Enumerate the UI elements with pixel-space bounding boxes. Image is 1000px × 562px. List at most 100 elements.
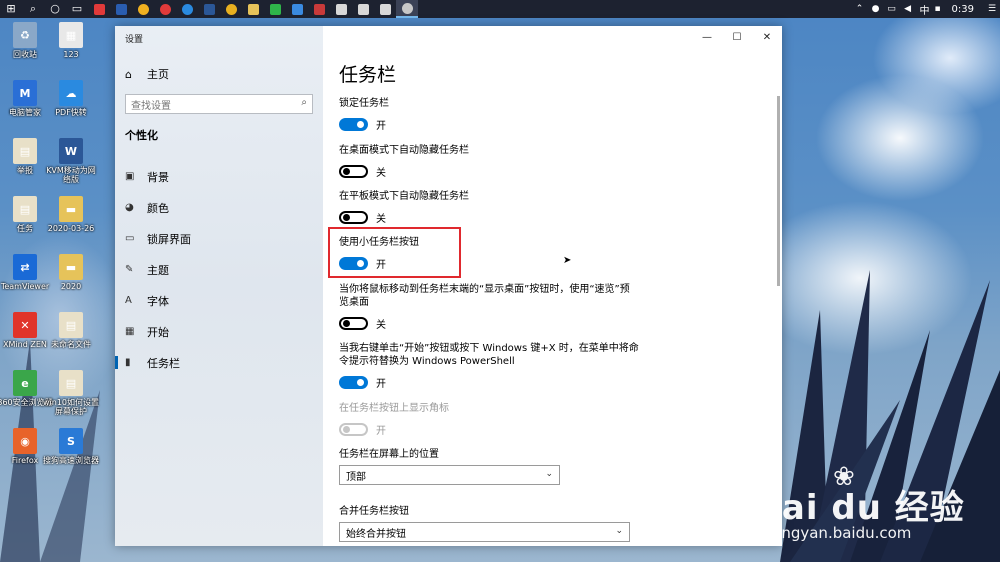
search-icon[interactable]: ⌕	[301, 97, 307, 108]
setting-label: 合并任务栏按钮	[339, 506, 409, 517]
cortana-icon[interactable]: ○	[44, 0, 66, 18]
desktop-icon[interactable]: S 搜狗高速浏览器	[43, 428, 99, 465]
lock-screen-icon: ▭	[125, 233, 135, 244]
sidebar-item-label: 字体	[147, 294, 169, 308]
maximize-button[interactable]: ☐	[722, 26, 752, 48]
start-button[interactable]: ⊞	[0, 0, 22, 18]
search-icon[interactable]: ⌕	[22, 0, 44, 18]
desktop-icon[interactable]: ▦ 123	[43, 22, 99, 59]
taskbar-icon: ▮	[125, 357, 131, 368]
taskbar-app-9-icon[interactable]	[374, 0, 396, 18]
sidebar-item-taskbar[interactable]: ▮ 任务栏	[115, 347, 323, 378]
desktop-icon[interactable]: ▬ 2020-03-26	[43, 196, 99, 233]
settings-window: 设置 ⌂ 主页 查找设置 ⌕ 个性化 ▣ 背景 ◕ 颜色 ▭ 锁屏界面 ✎ 主题…	[115, 26, 782, 546]
toggle-state: 关	[376, 214, 386, 225]
desktop-icon-label: 未命名文件	[51, 340, 91, 349]
sidebar-item-colors[interactable]: ◕ 颜色	[115, 192, 323, 223]
desktop-icon-label: 2020-03-26	[47, 224, 95, 233]
home-icon: ⌂	[125, 67, 132, 81]
peek-desktop-toggle[interactable]	[339, 317, 368, 330]
sidebar-item-label: 锁屏界面	[147, 232, 191, 246]
font-icon: A	[125, 295, 132, 306]
powershell-toggle[interactable]	[339, 376, 368, 389]
sidebar-item-label: 开始	[147, 325, 169, 339]
setting-autohide-tablet: 在平板模式下自动隐藏任务栏 关	[339, 190, 639, 225]
lock-taskbar-toggle[interactable]	[339, 118, 368, 131]
taskbar-wechat-icon[interactable]	[264, 0, 286, 18]
taskbar-edge-icon[interactable]	[176, 0, 198, 18]
combine-buttons-select[interactable]: 始终合并按钮 ⌄	[339, 522, 630, 542]
small-buttons-toggle[interactable]	[339, 257, 368, 270]
tray-overflow-icon[interactable]: ⌃	[852, 0, 868, 18]
sidebar-item-themes[interactable]: ✎ 主题	[115, 254, 323, 285]
taskbar-app-2-icon[interactable]	[110, 0, 132, 18]
desktop-app-icon: M	[13, 80, 37, 106]
sidebar-item-background[interactable]: ▣ 背景	[115, 161, 323, 192]
setting-powershell: 当我右键单击“开始”按钮或按下 Windows 键+X 时，在菜单中将命令提示符…	[339, 342, 639, 390]
desktop-icon-label: win10如何设置屏幕保护	[43, 398, 100, 416]
taskbar-position-select[interactable]: 顶部 ⌄	[339, 465, 560, 485]
desktop-app-icon: ▬	[59, 196, 83, 222]
notification-icon[interactable]: ☰	[984, 0, 1000, 18]
autohide-tablet-toggle[interactable]	[339, 211, 368, 224]
nav-home[interactable]: ⌂ 主页	[125, 66, 169, 82]
baidu-jingyan-watermark: ❀ Bai du 经验 jingyan.baidu.com	[745, 462, 985, 552]
taskbar-app-8-icon[interactable]	[352, 0, 374, 18]
desktop-icon[interactable]: W KVM移动为网络版	[43, 138, 99, 184]
combine-buttons-label: 合并任务栏按钮	[339, 505, 639, 518]
taskbar-app-3-icon[interactable]	[132, 0, 154, 18]
desktop-icon-label: 搜狗高速浏览器	[43, 456, 99, 465]
tray-network-icon[interactable]: ▭	[884, 0, 900, 18]
setting-label: 在平板模式下自动隐藏任务栏	[339, 191, 469, 202]
clock[interactable]: 0:39	[952, 4, 974, 15]
tray-app-icon[interactable]: ●	[868, 0, 884, 18]
tray-volume-icon[interactable]: ◀	[900, 0, 916, 18]
desktop-app-icon: ▬	[59, 254, 83, 280]
desktop-app-icon: ♻	[13, 22, 37, 48]
nav-home-label: 主页	[147, 68, 169, 81]
desktop-app-icon: S	[59, 428, 83, 454]
desktop-app-icon: ✕	[13, 312, 37, 338]
taskbar-app-5-icon[interactable]	[286, 0, 308, 18]
tray-ime-icon[interactable]: ▪	[930, 0, 946, 18]
desktop-icon[interactable]: ☁ PDF快转	[43, 80, 99, 117]
desktop-app-icon: W	[59, 138, 83, 164]
select-value: 顶部	[346, 471, 366, 483]
palette-icon: ◕	[125, 202, 134, 213]
task-view-icon[interactable]: ▭	[66, 0, 88, 18]
sidebar-item-start[interactable]: ▦ 开始	[115, 316, 323, 347]
input-language-indicator[interactable]: 中	[920, 2, 930, 17]
taskbar-explorer-icon[interactable]	[242, 0, 264, 18]
taskbar-app-6-icon[interactable]	[308, 0, 330, 18]
settings-search-input[interactable]: 查找设置 ⌕	[125, 94, 313, 114]
desktop-app-icon: ▦	[59, 22, 83, 48]
taskbar-settings-icon[interactable]	[396, 0, 418, 18]
desktop-app-icon: ▤	[59, 370, 83, 396]
desktop-app-icon: e	[13, 370, 37, 396]
autohide-desktop-toggle[interactable]	[339, 165, 368, 178]
chevron-down-icon: ⌄	[615, 526, 623, 536]
minimize-button[interactable]: —	[692, 26, 722, 48]
desktop-icon[interactable]: ▬ 2020	[43, 254, 99, 291]
taskbar-word-icon[interactable]	[198, 0, 220, 18]
desktop-icon[interactable]: ▤ win10如何设置屏幕保护	[43, 370, 99, 416]
watermark-brand: Bai du 经验	[755, 488, 965, 528]
sidebar-item-fonts[interactable]: A 字体	[115, 285, 323, 316]
sidebar-item-label: 主题	[147, 263, 169, 277]
toggle-state: 开	[376, 260, 386, 271]
close-button[interactable]: ✕	[752, 26, 782, 48]
setting-label: 当你将鼠标移动到任务栏末端的“显示桌面”按钮时，使用“速览”预览桌面	[339, 284, 630, 308]
toggle-state: 开	[376, 379, 386, 390]
taskbar-app-4-icon[interactable]	[154, 0, 176, 18]
setting-label: 使用小任务栏按钮	[339, 237, 419, 248]
taskbar-app-7-icon[interactable]	[330, 0, 352, 18]
scrollbar[interactable]	[777, 96, 780, 286]
sidebar-item-lock-screen[interactable]: ▭ 锁屏界面	[115, 223, 323, 254]
system-tray: ⌃ ● ▭ ◀ 中 ▪ 0:39 ☰	[852, 0, 1000, 18]
picture-icon: ▣	[125, 171, 135, 182]
taskbar-chrome-icon[interactable]	[220, 0, 242, 18]
settings-main: — ☐ ✕ 任务栏 锁定任务栏 开 在桌面模式下自动隐藏任务栏 关 在平板模式下…	[323, 26, 782, 546]
desktop-icon[interactable]: ▤ 未命名文件	[43, 312, 99, 349]
toggle-state: 关	[376, 320, 386, 331]
taskbar-app-1-icon[interactable]	[88, 0, 110, 18]
